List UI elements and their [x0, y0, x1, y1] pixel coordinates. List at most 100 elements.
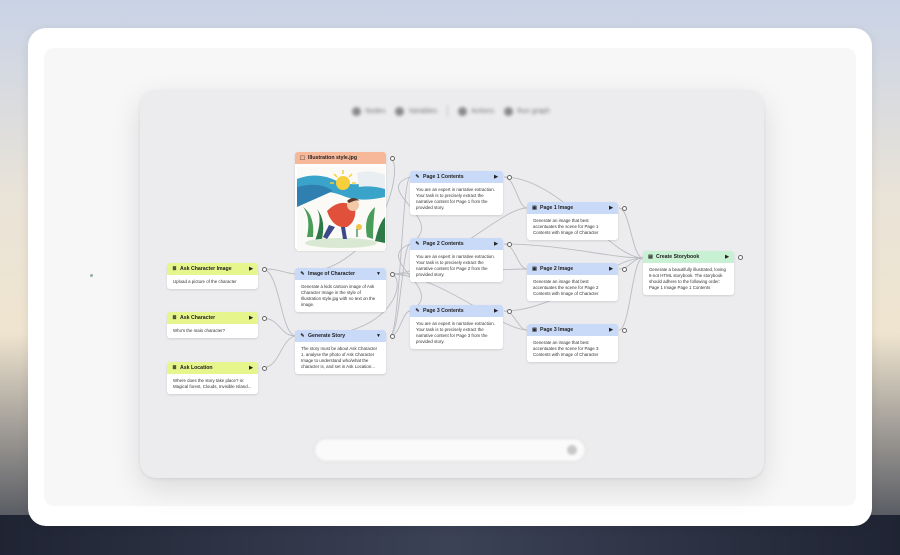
run-node-icon[interactable]: ▶: [494, 174, 498, 180]
node-header: ▣ Page 1 Image ▶: [527, 202, 618, 214]
run-node-icon[interactable]: ▶: [249, 315, 253, 321]
node-body: You are an expert in narrative extractio…: [416, 187, 495, 210]
output-port[interactable]: [622, 205, 627, 211]
input-icon: ≣: [172, 364, 177, 371]
run-node-icon[interactable]: ▶: [249, 266, 253, 272]
input-icon: ≣: [172, 314, 177, 321]
run-node-icon[interactable]: ▶: [249, 365, 253, 371]
node-header: ≣ Ask Character ▶: [167, 312, 258, 324]
run-node-icon[interactable]: ▶: [609, 205, 613, 211]
edge: [503, 243, 644, 259]
sparkle-icon: ✎: [300, 332, 305, 339]
page2-contents-node[interactable]: ✎ Page 2 Contents ▶ You are an expert in…: [410, 238, 512, 282]
node-title: Page 2 Contents: [423, 241, 464, 247]
output-port[interactable]: [262, 315, 267, 321]
node-title: Image of Character: [308, 271, 355, 277]
image-file-icon: ⬚: [300, 154, 305, 161]
page2-image-node[interactable]: ▣ Page 2 Image ▶ Generate an image that …: [527, 263, 627, 301]
node-title: Generate Story: [308, 333, 346, 339]
page1-contents-node[interactable]: ✎ Page 1 Contents ▶ You are an expert in…: [410, 171, 512, 215]
node-title: Page 1 Image: [540, 205, 574, 211]
output-port[interactable]: [507, 308, 512, 314]
output-port[interactable]: [507, 241, 512, 247]
output-icon: ▤: [648, 253, 653, 260]
output-port[interactable]: [390, 155, 395, 161]
node-title: Ask Character: [180, 315, 216, 321]
node-body: The story must be about Ask Character 1.…: [301, 346, 378, 369]
node-header: ✎ Image of Character ▼: [295, 268, 386, 280]
run-node-icon[interactable]: ▶: [725, 254, 729, 260]
input-icon: ≣: [172, 265, 177, 272]
sparkle-icon: ✎: [415, 307, 420, 314]
node-body: You are an expert in narrative extractio…: [416, 321, 495, 344]
node-header: ▣ Page 2 Image ▶: [527, 263, 618, 275]
output-port[interactable]: [262, 266, 267, 272]
ask-location-node[interactable]: ≣ Ask Location ▶ Where does the story ta…: [167, 362, 267, 394]
node-title: Page 1 Contents: [423, 174, 464, 180]
ask-character-node[interactable]: ≣ Ask Character ▶ Who's the main charact…: [167, 312, 267, 338]
output-port[interactable]: [622, 327, 627, 333]
node-header: ✎ Page 3 Contents ▶: [410, 305, 503, 317]
node-header: ⬚ Illustration style.jpg: [295, 152, 386, 164]
node-header: ≣ Ask Location ▶: [167, 362, 258, 374]
output-port[interactable]: [507, 174, 512, 180]
node-body: Generate a beautifully illustrated, lovi…: [649, 267, 726, 290]
node-header: ≣ Ask Character Image ▶: [167, 263, 258, 275]
node-header: ✎ Generate Story ▼: [295, 330, 386, 342]
node-header: ✎ Page 1 Contents ▶: [410, 171, 503, 183]
output-port[interactable]: [390, 271, 395, 277]
page3-image-node[interactable]: ▣ Page 3 Image ▶ Generate an image that …: [527, 324, 627, 362]
image-of-character-node[interactable]: ✎ Image of Character ▼ Generate a kids c…: [295, 268, 395, 312]
node-title: Ask Character Image: [180, 266, 232, 272]
run-node-icon[interactable]: ▼: [376, 271, 381, 277]
node-body: You are an expert in narrative extractio…: [416, 254, 495, 277]
node-title: Page 2 Image: [540, 266, 574, 272]
prompt-input[interactable]: [314, 438, 586, 462]
illustration-asset-node[interactable]: ⬚ Illustration style.jpg: [295, 152, 395, 251]
image-icon: ▣: [532, 265, 537, 272]
sparkle-icon: ✎: [415, 240, 420, 247]
node-header: ✎ Page 2 Contents ▶: [410, 238, 503, 250]
node-title: Ask Location: [180, 365, 213, 371]
node-body: Generate an image that best accentuates …: [533, 218, 599, 235]
run-node-icon[interactable]: ▶: [609, 327, 613, 333]
cursor-dot: [90, 274, 93, 277]
graph-editor-window: Nodes Variables Actions Run graph ⬚ Illu…: [140, 90, 764, 478]
output-port[interactable]: [262, 365, 267, 371]
run-node-icon[interactable]: ▼: [376, 333, 381, 339]
ask-character-image-node[interactable]: ≣ Ask Character Image ▶ Upload a picture…: [167, 263, 267, 289]
page3-contents-node[interactable]: ✎ Page 3 Contents ▶ You are an expert in…: [410, 305, 512, 349]
run-node-icon[interactable]: ▶: [494, 241, 498, 247]
node-body: Generate an image that best accentuates …: [533, 279, 599, 296]
send-icon[interactable]: [567, 445, 577, 455]
sparkle-icon: ✎: [300, 270, 305, 277]
edge: [261, 317, 296, 337]
output-port[interactable]: [622, 266, 627, 272]
run-node-icon[interactable]: ▶: [494, 308, 498, 314]
node-body: Generate a kids cartoon image of Ask Cha…: [301, 284, 376, 307]
node-header: ▤ Create Storybook ▶: [643, 251, 734, 263]
output-port[interactable]: [738, 254, 743, 260]
create-storybook-node[interactable]: ▤ Create Storybook ▶ Generate a beautifu…: [643, 251, 743, 295]
node-body: Where does the story take place? ie: Mag…: [173, 378, 252, 389]
node-title: Page 3 Image: [540, 327, 574, 333]
generate-story-node[interactable]: ✎ Generate Story ▼ The story must be abo…: [295, 330, 395, 374]
edge: [503, 243, 528, 270]
illustration-thumbnail: [296, 167, 385, 251]
node-header: ▣ Page 3 Image ▶: [527, 324, 618, 336]
image-icon: ▣: [532, 326, 537, 333]
node-title: Page 3 Contents: [423, 308, 464, 314]
run-node-icon[interactable]: ▶: [609, 266, 613, 272]
node-body: Who's the main character?: [173, 328, 226, 333]
node-title: Illustration style.jpg: [308, 155, 358, 161]
page1-image-node[interactable]: ▣ Page 1 Image ▶ Generate an image that …: [527, 202, 627, 240]
output-port[interactable]: [390, 333, 395, 339]
sparkle-icon: ✎: [415, 173, 420, 180]
edge: [503, 176, 528, 209]
node-body: Generate an image that best accentuates …: [533, 340, 599, 357]
node-body: Upload a picture of the character: [173, 279, 237, 284]
edge: [261, 335, 296, 369]
illustration-image: [296, 167, 385, 251]
image-icon: ▣: [532, 204, 537, 211]
node-title: Create Storybook: [656, 254, 700, 260]
